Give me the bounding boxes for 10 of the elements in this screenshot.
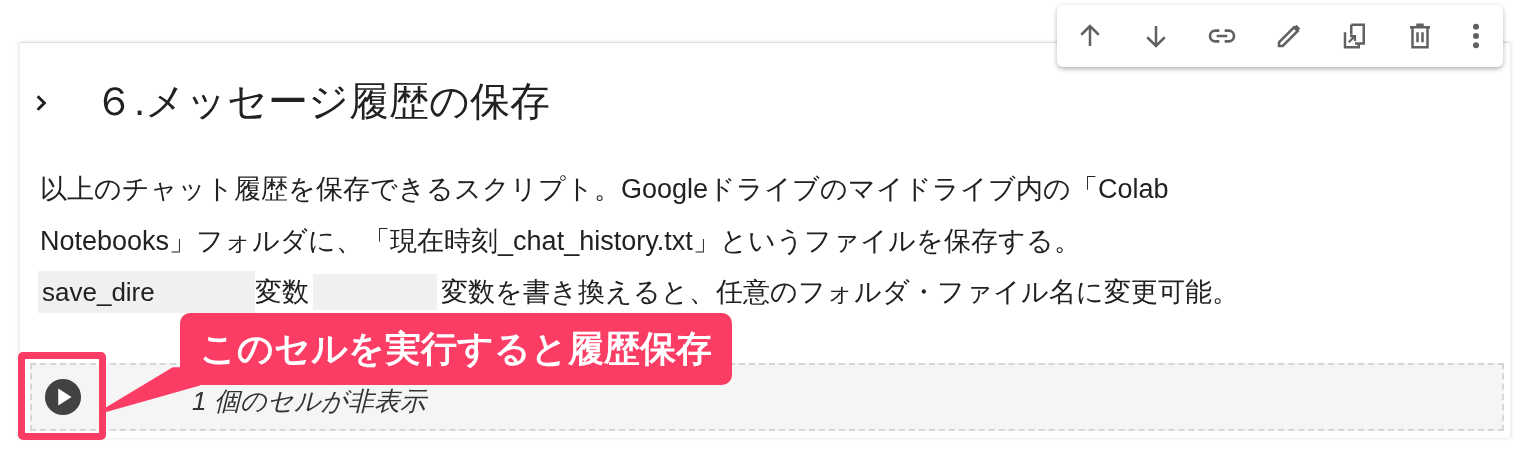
more-icon[interactable] xyxy=(1470,22,1481,50)
description-text: 以上のチャット履歴を保存できるスクリプト。Googleドライブのマイドライブ内の「Colab Notebooks」フォルダに、「現在時刻_chat_history.txt」というファイルを保存する。 xyxy=(39,173,1170,258)
chevron-icon[interactable] xyxy=(34,94,48,112)
text-span: 、任意のフォルダ・ファイル名に変更可能。 xyxy=(688,276,1239,309)
code-text: save_dire xyxy=(38,271,255,313)
text-span: 変数を書き換えると xyxy=(440,276,689,309)
callout-label: このセルを実行すると履歴保存 xyxy=(180,313,732,385)
run-icon[interactable] xyxy=(44,378,82,416)
section-heading: ６.メッセージ履歴の保存 xyxy=(94,78,551,125)
text-span: 変数 xyxy=(254,276,309,309)
